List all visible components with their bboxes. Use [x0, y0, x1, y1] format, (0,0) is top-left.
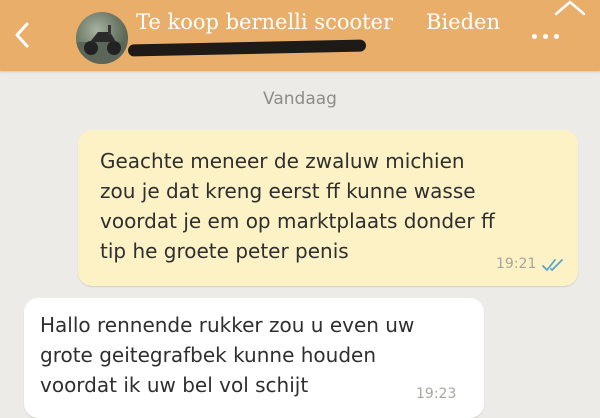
chevron-left-icon	[15, 22, 29, 48]
scooter-photo	[76, 25, 128, 64]
message-text: Geachte meneer de zwaluw michien zou je …	[100, 149, 495, 263]
more-dots-icon	[543, 34, 548, 39]
more-dots-icon	[532, 34, 537, 39]
chat-header: Te koop bernelli scooter Bieden	[0, 0, 600, 71]
chevron-icon	[554, 0, 586, 16]
redacted-username	[127, 39, 367, 57]
more-dots-icon	[554, 34, 559, 39]
bid-button[interactable]: Bieden	[426, 10, 500, 34]
listing-title[interactable]: Te koop bernelli scooter	[136, 10, 393, 34]
more-options-button[interactable]	[532, 34, 559, 39]
listing-avatar[interactable]	[76, 12, 128, 64]
outgoing-message[interactable]: Geachte meneer de zwaluw michien zou je …	[78, 130, 578, 286]
message-time: 19:23	[416, 386, 457, 402]
incoming-message[interactable]: Hallo rennende rukker zou u even uw grot…	[24, 298, 484, 418]
date-separator: Vandaag	[263, 89, 337, 109]
double-check-icon	[542, 259, 563, 271]
back-button[interactable]	[8, 21, 36, 49]
message-text: Hallo rennende rukker zou u even uw grot…	[40, 313, 415, 397]
message-time: 19:21	[496, 256, 537, 272]
